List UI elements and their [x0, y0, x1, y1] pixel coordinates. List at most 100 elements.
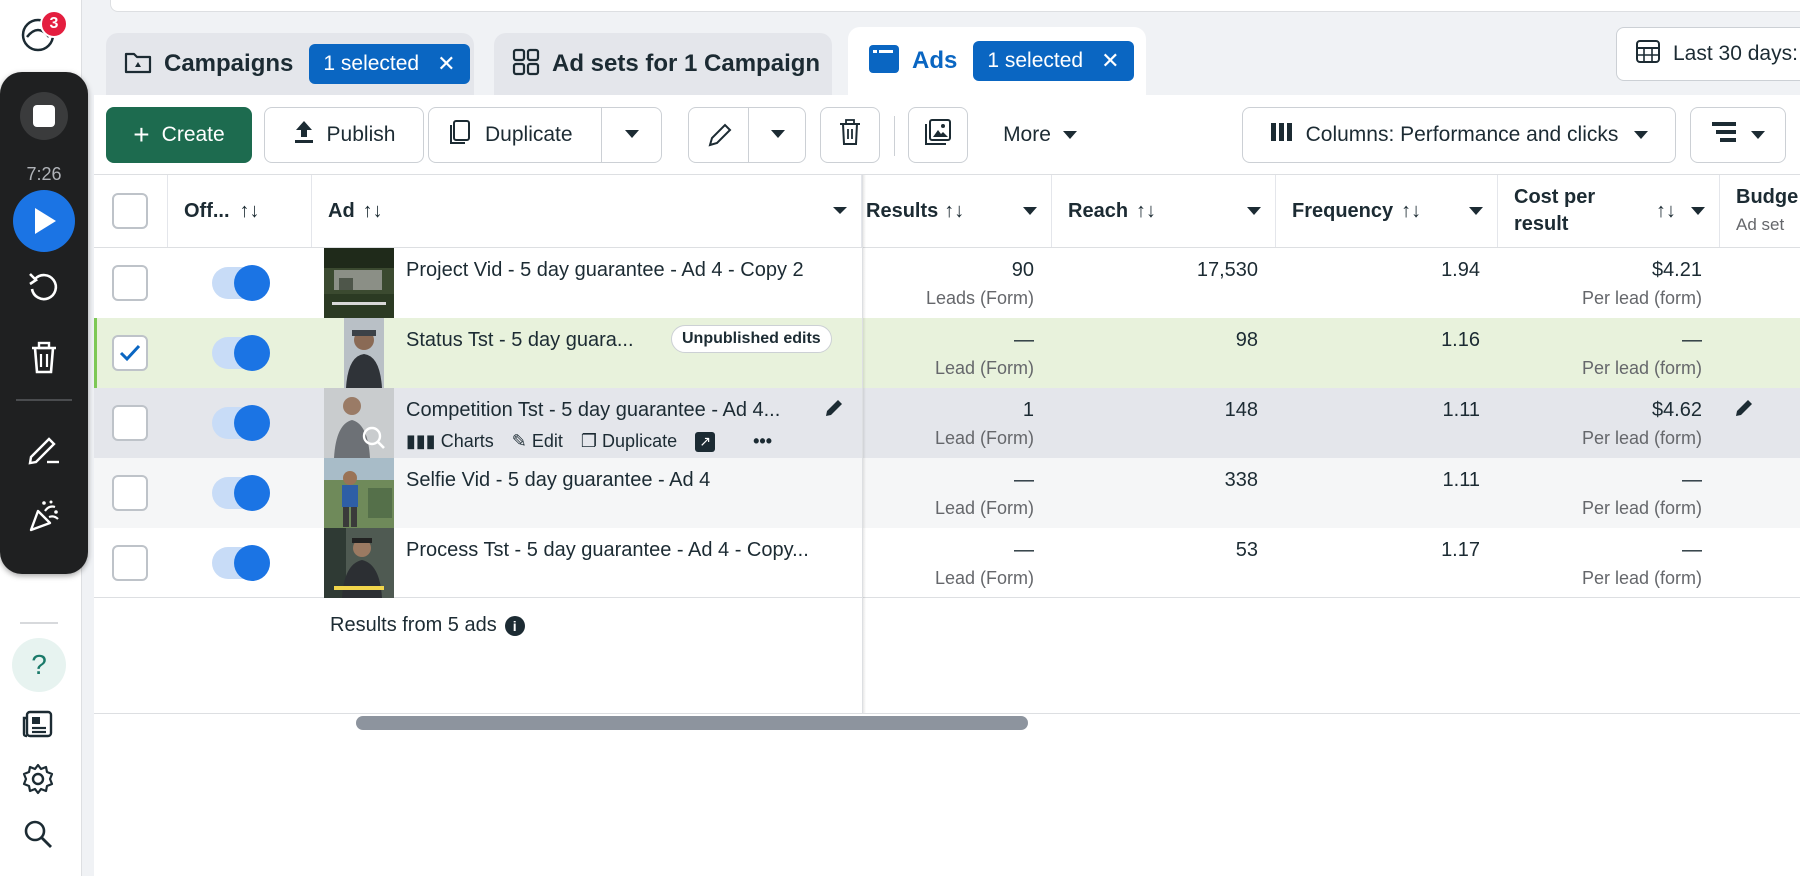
more-actions-icon[interactable]: •••	[753, 431, 772, 452]
publish-button[interactable]: Publish	[264, 107, 424, 163]
sort-arrows-icon[interactable]: ↑↓	[363, 200, 383, 223]
header-frequency-caret-icon[interactable]	[1469, 207, 1483, 215]
ad-name-link[interactable]: Competition Tst - 5 day guarantee - Ad 4…	[406, 399, 780, 422]
ad-status-toggle[interactable]	[212, 545, 270, 581]
sort-arrows-icon[interactable]: ↑↓	[240, 200, 260, 223]
campaigns-selected-pill[interactable]: 1 selected ✕	[309, 44, 470, 84]
table-row[interactable]: Process Tst - 5 day guarantee - Ad 4 - C…	[94, 528, 1800, 598]
ad-status-toggle[interactable]	[212, 335, 270, 371]
toggle-knob	[234, 545, 270, 581]
ad-status-toggle[interactable]	[212, 475, 270, 511]
columns-caret-icon	[1634, 131, 1649, 139]
table-row-selected[interactable]: Status Tst - 5 day guara... Unpublished …	[94, 318, 1800, 388]
edit-split-button[interactable]	[688, 107, 806, 163]
trash-icon[interactable]	[14, 328, 74, 388]
table-row[interactable]: Selfie Vid - 5 day guarantee - Ad 4 — Le…	[94, 458, 1800, 528]
checkmark-icon	[119, 344, 141, 362]
header-cost-caret-icon[interactable]	[1691, 207, 1705, 215]
notification-badge: 3	[40, 10, 68, 38]
clear-ads-selection-close-icon[interactable]: ✕	[1101, 48, 1119, 74]
ad-name-link[interactable]: Selfie Vid - 5 day guarantee - Ad 4	[406, 469, 710, 492]
header-results[interactable]: Results ↑↓	[866, 175, 1052, 247]
row-checkbox-checked[interactable]	[112, 335, 148, 371]
edit-pencil-icon[interactable]	[707, 122, 733, 154]
search-icon[interactable]	[16, 812, 60, 856]
create-button[interactable]: + Create	[106, 107, 252, 163]
header-frequency[interactable]: Frequency ↑↓	[1276, 175, 1498, 247]
edit-dropdown-caret-icon[interactable]	[771, 130, 785, 138]
search-strip[interactable]	[110, 0, 1800, 12]
tab-ad-sets[interactable]: Ad sets for 1 Campaign	[494, 33, 832, 95]
table-row[interactable]: Project Vid - 5 day guarantee - Ad 4 - C…	[94, 248, 1800, 318]
sort-arrows-icon[interactable]: ↑↓	[944, 200, 964, 223]
clear-selection-close-icon[interactable]: ✕	[437, 51, 455, 77]
date-range-button[interactable]: Last 30 days:	[1616, 27, 1800, 81]
edit-budget-pencil-icon[interactable]	[1734, 398, 1754, 423]
ad-name-link[interactable]: Status Tst - 5 day guara...	[406, 329, 634, 352]
ad-thumbnail[interactable]	[324, 528, 394, 598]
breakdown-button[interactable]	[1690, 107, 1786, 163]
pencil-icon: ✎	[511, 431, 527, 451]
ad-status-toggle[interactable]	[212, 405, 270, 441]
creative-hub-button[interactable]	[908, 107, 968, 163]
info-icon[interactable]: i	[504, 615, 525, 636]
reach-value: 17,530	[1196, 259, 1258, 281]
select-all-checkbox[interactable]	[112, 193, 148, 229]
ads-selected-pill[interactable]: 1 selected ✕	[973, 41, 1134, 81]
ad-status-toggle[interactable]	[212, 265, 270, 301]
charts-action[interactable]: ▮▮▮ Charts	[406, 431, 494, 452]
rename-pencil-icon[interactable]	[824, 398, 844, 423]
row-checkbox[interactable]	[112, 475, 148, 511]
results-type: Lead (Form)	[934, 568, 1034, 588]
header-reach[interactable]: Reach ↑↓	[1052, 175, 1276, 247]
row-checkbox[interactable]	[112, 405, 148, 441]
draw-pencil-icon[interactable]	[14, 418, 74, 478]
frequency-value: 1.16	[1441, 329, 1480, 351]
ad-name-link[interactable]: Project Vid - 5 day guarantee - Ad 4 - C…	[406, 259, 804, 282]
edit-action[interactable]: ✎ Edit	[512, 431, 563, 452]
duplicate-action[interactable]: ❐ Duplicate	[581, 431, 677, 452]
campaigns-selected-count: 1 selected	[323, 52, 420, 75]
sort-arrows-icon[interactable]: ↑↓	[1401, 200, 1421, 223]
cost-value: $4.62	[1651, 399, 1702, 421]
header-off-on[interactable]: Off... ↑↓	[168, 175, 312, 247]
ad-name-link[interactable]: Process Tst - 5 day guarantee - Ad 4 - C…	[406, 539, 809, 562]
header-cost-per-result[interactable]: Cost per result ↑↓	[1498, 175, 1720, 247]
effects-party-icon[interactable]	[14, 486, 74, 546]
tab-ads[interactable]: Ads 1 selected ✕	[848, 27, 1146, 95]
header-ad-label: Ad	[328, 199, 355, 222]
settings-gear-icon[interactable]	[16, 757, 60, 801]
row-checkbox[interactable]	[112, 265, 148, 301]
help-button[interactable]: ?	[12, 638, 66, 692]
row-checkbox[interactable]	[112, 545, 148, 581]
header-reach-caret-icon[interactable]	[1247, 207, 1261, 215]
trend-action-icon[interactable]: ↗	[695, 431, 716, 452]
create-label: Create	[161, 123, 225, 146]
table-row-hovered[interactable]: Competition Tst - 5 day guarantee - Ad 4…	[94, 388, 1800, 458]
delete-button[interactable]	[820, 107, 880, 163]
play-button[interactable]	[13, 190, 75, 252]
frequency-value: 1.11	[1442, 469, 1480, 491]
duplicate-button[interactable]: Duplicate	[428, 107, 662, 163]
header-results-caret-icon[interactable]	[1023, 207, 1037, 215]
ad-thumbnail[interactable]	[324, 388, 394, 458]
sort-arrows-icon[interactable]: ↑↓	[1136, 200, 1156, 223]
toggle-knob	[234, 475, 270, 511]
horizontal-scrollbar[interactable]	[356, 716, 1028, 730]
tab-campaigns[interactable]: Campaigns 1 selected ✕	[106, 33, 474, 95]
header-ad-menu-caret-icon[interactable]	[833, 207, 847, 214]
restart-icon[interactable]	[14, 258, 74, 318]
tab-ad-sets-label: Ad sets for 1 Campaign	[552, 50, 821, 77]
ad-thumbnail[interactable]	[344, 318, 384, 388]
news-icon[interactable]	[16, 702, 60, 746]
ad-thumbnail[interactable]	[324, 248, 394, 318]
ad-thumbnail[interactable]	[324, 458, 394, 528]
sort-arrows-icon[interactable]: ↑↓	[1656, 198, 1676, 225]
header-budget[interactable]: Budge Ad set	[1720, 175, 1800, 247]
header-select-all-cell	[94, 175, 168, 247]
more-button[interactable]: More	[984, 107, 1096, 163]
stop-recording-button[interactable]	[14, 86, 74, 146]
columns-dropdown[interactable]: Columns: Performance and clicks	[1242, 107, 1676, 163]
header-ad[interactable]: Ad ↑↓	[312, 175, 862, 247]
duplicate-dropdown-caret-icon[interactable]	[625, 130, 639, 138]
